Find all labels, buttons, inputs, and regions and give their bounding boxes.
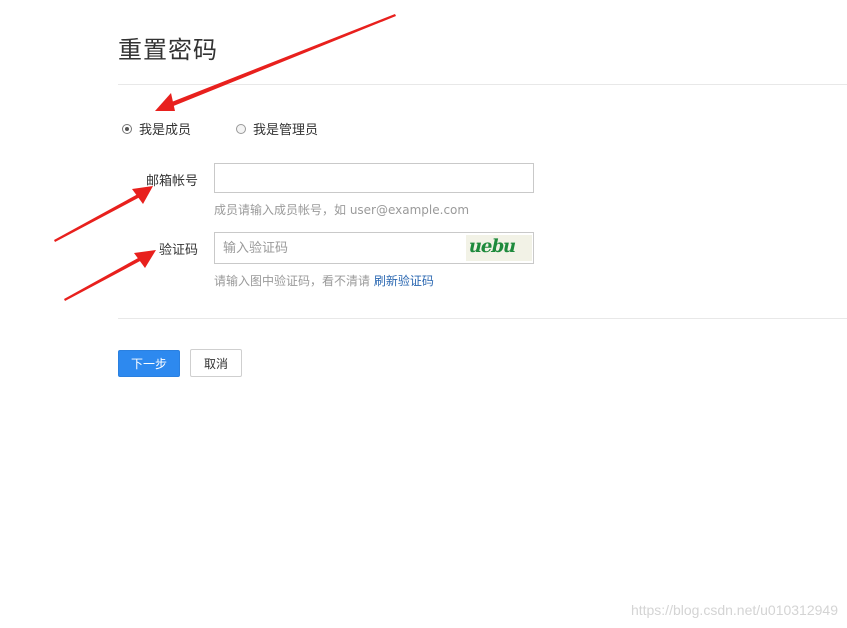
captcha-hint-text: 请输入图中验证码，看不清请 — [214, 274, 371, 288]
radio-member-circle[interactable] — [122, 123, 132, 134]
arrow-head-top — [155, 93, 175, 111]
page-title: 重置密码 — [118, 36, 218, 64]
annotation-arrows — [54, 14, 396, 301]
email-hint: 成员请输入成员帐号，如 user@example.com — [214, 203, 470, 217]
cancel-button[interactable]: 取消 — [190, 349, 242, 377]
captcha-label: 验证码 — [158, 243, 198, 258]
radio-admin-circle[interactable] — [236, 123, 247, 134]
captcha-image[interactable]: uebu — [466, 235, 532, 261]
watermark: https://blog.csdn.net/u010312949 — [630, 602, 838, 618]
refresh-captcha-link[interactable]: 刷新验证码 — [374, 274, 434, 288]
arrow-shaft-bottom — [64, 257, 142, 301]
radio-member-label: 我是成员 — [139, 123, 192, 138]
captcha-image-text: uebu — [466, 236, 518, 257]
email-label: 邮箱帐号 — [145, 174, 198, 189]
radio-member[interactable]: 我是成员 — [122, 119, 191, 138]
radio-admin[interactable]: 我是管理员 — [236, 119, 318, 138]
top-divider — [118, 84, 847, 85]
next-button[interactable]: 下一步 — [118, 350, 180, 377]
bottom-divider — [118, 318, 847, 319]
radio-admin-label: 我是管理员 — [253, 123, 319, 138]
arrow-shaft-middle — [54, 194, 140, 242]
captcha-hint: 请输入图中验证码，看不清请 刷新验证码 — [214, 272, 434, 289]
role-radio-group: 我是成员 我是管理员 — [122, 119, 318, 138]
email-field[interactable] — [214, 163, 534, 193]
